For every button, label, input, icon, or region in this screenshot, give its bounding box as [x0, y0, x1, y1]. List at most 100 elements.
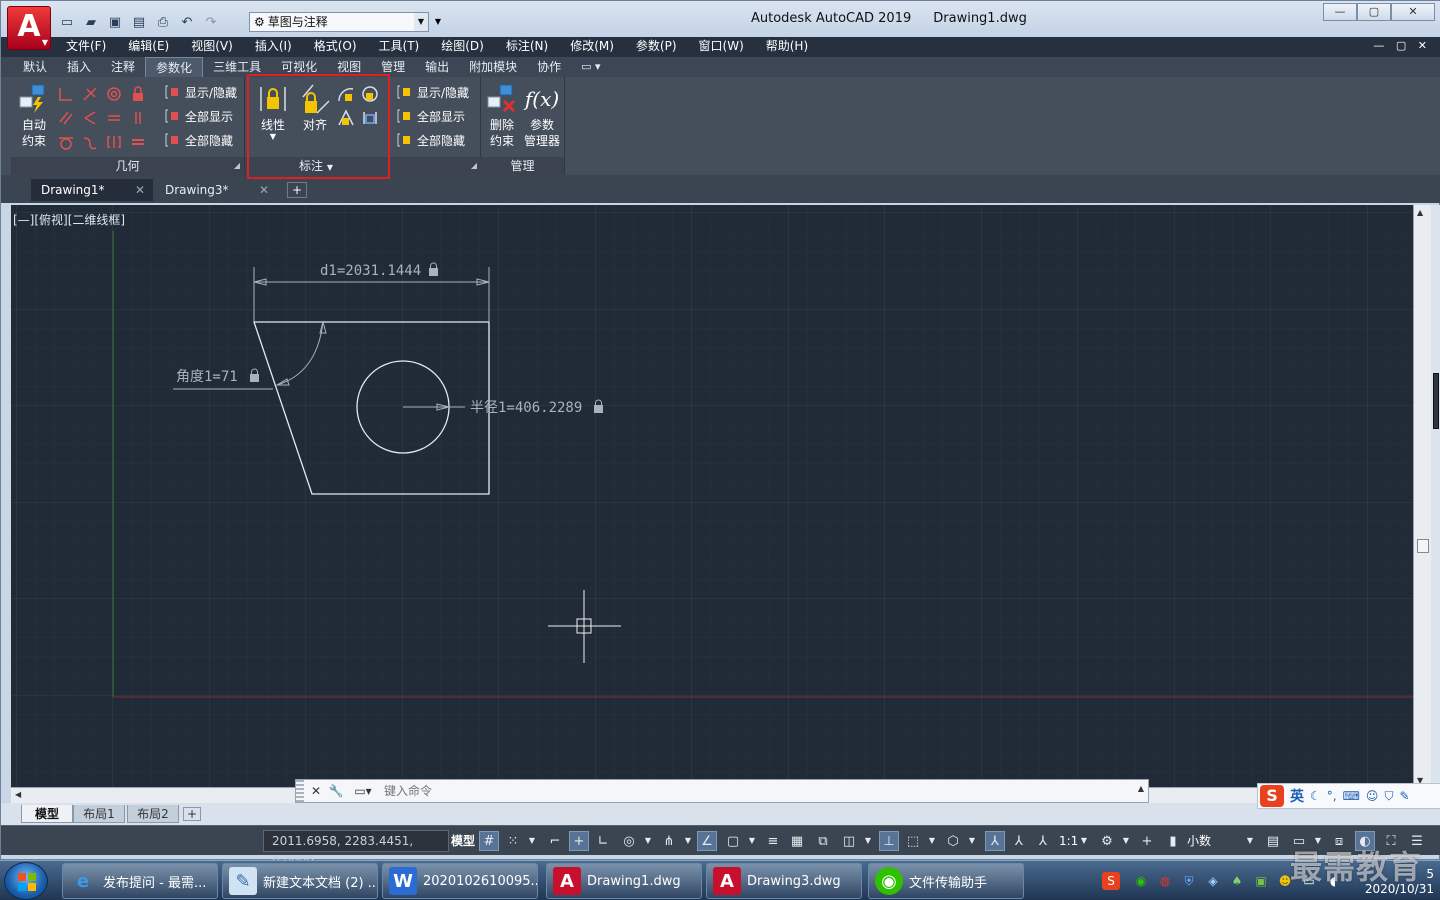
- undo-icon[interactable]: ↶: [177, 13, 197, 31]
- document-window-controls[interactable]: — ▢ ✕: [1373, 39, 1431, 52]
- equal-icon[interactable]: [129, 133, 147, 151]
- close-button[interactable]: ✕: [1391, 3, 1435, 21]
- drawing-canvas[interactable]: [—][俯视][二维线框] d1=2031.1444 角度1=71 半径1=40…: [11, 205, 1413, 787]
- tab-insert[interactable]: 插入: [57, 57, 101, 77]
- chevron-down-icon[interactable]: ▼: [747, 831, 757, 851]
- maximize-button[interactable]: ▢: [1357, 3, 1391, 21]
- menu-format[interactable]: 格式(O): [303, 37, 368, 57]
- perpendicular-icon[interactable]: [81, 109, 99, 127]
- moon-icon[interactable]: ☾: [1310, 789, 1321, 803]
- shirt-icon[interactable]: ⛉: [1384, 789, 1393, 804]
- chevron-down-icon[interactable]: ▼: [1079, 831, 1089, 851]
- menu-draw[interactable]: 绘图(D): [430, 37, 495, 57]
- application-menu-button[interactable]: A ▼: [7, 6, 51, 50]
- redo-icon[interactable]: ↷: [201, 13, 221, 31]
- dim-show-hide-button[interactable]: 显示/隐藏: [395, 81, 469, 103]
- transparency-icon[interactable]: ▦: [787, 831, 807, 851]
- geometry-panel-title[interactable]: 几何 ◢: [11, 157, 244, 175]
- new-file-icon[interactable]: ▭: [57, 13, 77, 31]
- close-icon[interactable]: ✕: [308, 783, 324, 799]
- fix-lock-icon[interactable]: [129, 85, 147, 103]
- print-icon[interactable]: ⎙: [153, 13, 173, 31]
- doc-tab-drawing3[interactable]: Drawing3* ✕: [155, 179, 277, 201]
- tab-output[interactable]: 输出: [415, 57, 459, 77]
- wrench-icon[interactable]: 🔧: [328, 783, 344, 799]
- taskbar-item-drawing3[interactable]: A Drawing3.dwg: [706, 863, 862, 899]
- chevron-down-icon[interactable]: ▼: [527, 831, 537, 851]
- menu-help[interactable]: 帮助(H): [755, 37, 819, 57]
- ribbon-minimize-icon[interactable]: ▭ ▾: [571, 57, 600, 77]
- model-space-button[interactable]: 模型: [451, 831, 475, 851]
- tab-addins[interactable]: 附加模块: [459, 57, 527, 77]
- menu-view[interactable]: 视图(V): [180, 37, 244, 57]
- close-icon[interactable]: ✕: [259, 179, 269, 201]
- taskbar-item-browser[interactable]: e 发布提问 - 最需...: [62, 863, 218, 899]
- polar-tracking-icon[interactable]: ◎: [619, 831, 639, 851]
- collinear-icon[interactable]: [81, 85, 99, 103]
- viewport-controls-label[interactable]: [—][俯视][二维线框]: [13, 211, 125, 228]
- menu-parametric[interactable]: 参数(P): [625, 37, 688, 57]
- plus-icon[interactable]: +: [1137, 831, 1157, 851]
- annotation-scale-icon[interactable]: ⅄: [1033, 831, 1053, 851]
- auto-constrain-button[interactable]: 自动 约束: [15, 83, 53, 149]
- layout-tab-model[interactable]: 模型: [21, 805, 73, 823]
- menu-edit[interactable]: 编辑(E): [117, 37, 180, 57]
- chevron-down-icon[interactable]: ▼: [643, 831, 653, 851]
- infer-constraints-icon[interactable]: ⌐: [545, 831, 565, 851]
- ime-mode-toggle[interactable]: 英: [1290, 786, 1304, 806]
- wrench-icon[interactable]: ✎: [1399, 789, 1409, 803]
- open-folder-icon[interactable]: ▰: [81, 13, 101, 31]
- symmetric-icon[interactable]: [105, 133, 123, 151]
- chevron-down-icon[interactable]: ▼: [927, 831, 937, 851]
- scroll-left-icon[interactable]: ◀: [15, 790, 21, 799]
- add-layout-button[interactable]: +: [183, 807, 201, 821]
- chevron-down-icon[interactable]: ▼: [1245, 831, 1255, 851]
- horizontal-icon[interactable]: [105, 109, 123, 127]
- menu-dimension[interactable]: 标注(N): [495, 37, 559, 57]
- object-snap-tracking-icon[interactable]: ∠: [697, 831, 717, 851]
- annotation-scale-dropdown[interactable]: 1:1: [1059, 831, 1078, 851]
- concentric-icon[interactable]: [105, 85, 123, 103]
- geo-hide-all-button[interactable]: 全部隐藏: [163, 129, 233, 151]
- dynamic-ucs-icon[interactable]: ⊥: [879, 831, 899, 851]
- dialog-launcher-icon[interactable]: ◢: [471, 157, 477, 175]
- menu-file[interactable]: 文件(F): [55, 37, 117, 57]
- coincident-icon[interactable]: [57, 85, 75, 103]
- snap-icon[interactable]: ⁙: [503, 831, 523, 851]
- units-icon[interactable]: ▮: [1163, 831, 1183, 851]
- menu-tools[interactable]: 工具(T): [368, 37, 431, 57]
- command-line-grip[interactable]: [296, 780, 304, 802]
- chevron-down-icon[interactable]: ▼: [967, 831, 977, 851]
- doc-tab-drawing1[interactable]: Drawing1* ✕: [31, 179, 153, 201]
- workspace-dropdown[interactable]: ⚙ 草图与注释 ▼: [249, 12, 429, 32]
- menu-window[interactable]: 窗口(W): [688, 37, 755, 57]
- dialog-launcher-icon[interactable]: ◢: [234, 157, 240, 175]
- annotation-visibility-icon[interactable]: ⅄: [985, 831, 1005, 851]
- gear-icon[interactable]: ⚙: [1097, 831, 1117, 851]
- layout-tab-layout1[interactable]: 布局1: [73, 805, 125, 823]
- isodraft-icon[interactable]: ⋔: [659, 831, 679, 851]
- menu-insert[interactable]: 插入(I): [244, 37, 303, 57]
- scroll-up-icon[interactable]: ▲: [1417, 208, 1423, 217]
- chevron-down-icon[interactable]: ▼: [863, 831, 873, 851]
- auto-scale-icon[interactable]: ⅄: [1009, 831, 1029, 851]
- sogou-logo-icon[interactable]: S: [1260, 785, 1284, 807]
- selection-cycling-icon[interactable]: ⧉: [813, 831, 833, 851]
- keyboard-icon[interactable]: ⌨: [1343, 789, 1360, 803]
- start-button[interactable]: [4, 862, 48, 900]
- tangent-icon[interactable]: [57, 133, 75, 151]
- dim-hide-all-button[interactable]: 全部隐藏: [395, 129, 465, 151]
- cube-icon[interactable]: ◈: [1204, 872, 1222, 890]
- user-icon[interactable]: ☺: [1366, 789, 1379, 803]
- scroll-thumb[interactable]: [1417, 539, 1429, 553]
- leaf-icon[interactable]: ♠: [1228, 872, 1246, 890]
- smooth-icon[interactable]: [81, 133, 99, 151]
- menu-modify[interactable]: 修改(M): [559, 37, 625, 57]
- delete-constraints-button[interactable]: 删除 约束: [483, 83, 521, 149]
- object-snap-icon[interactable]: ▢: [723, 831, 743, 851]
- sogou-tray-icon[interactable]: S: [1102, 872, 1120, 890]
- gizmo-icon[interactable]: ⬡: [943, 831, 963, 851]
- ortho-icon[interactable]: ∟: [593, 831, 613, 851]
- close-icon[interactable]: ✕: [135, 179, 145, 201]
- new-tab-button[interactable]: +: [287, 182, 307, 198]
